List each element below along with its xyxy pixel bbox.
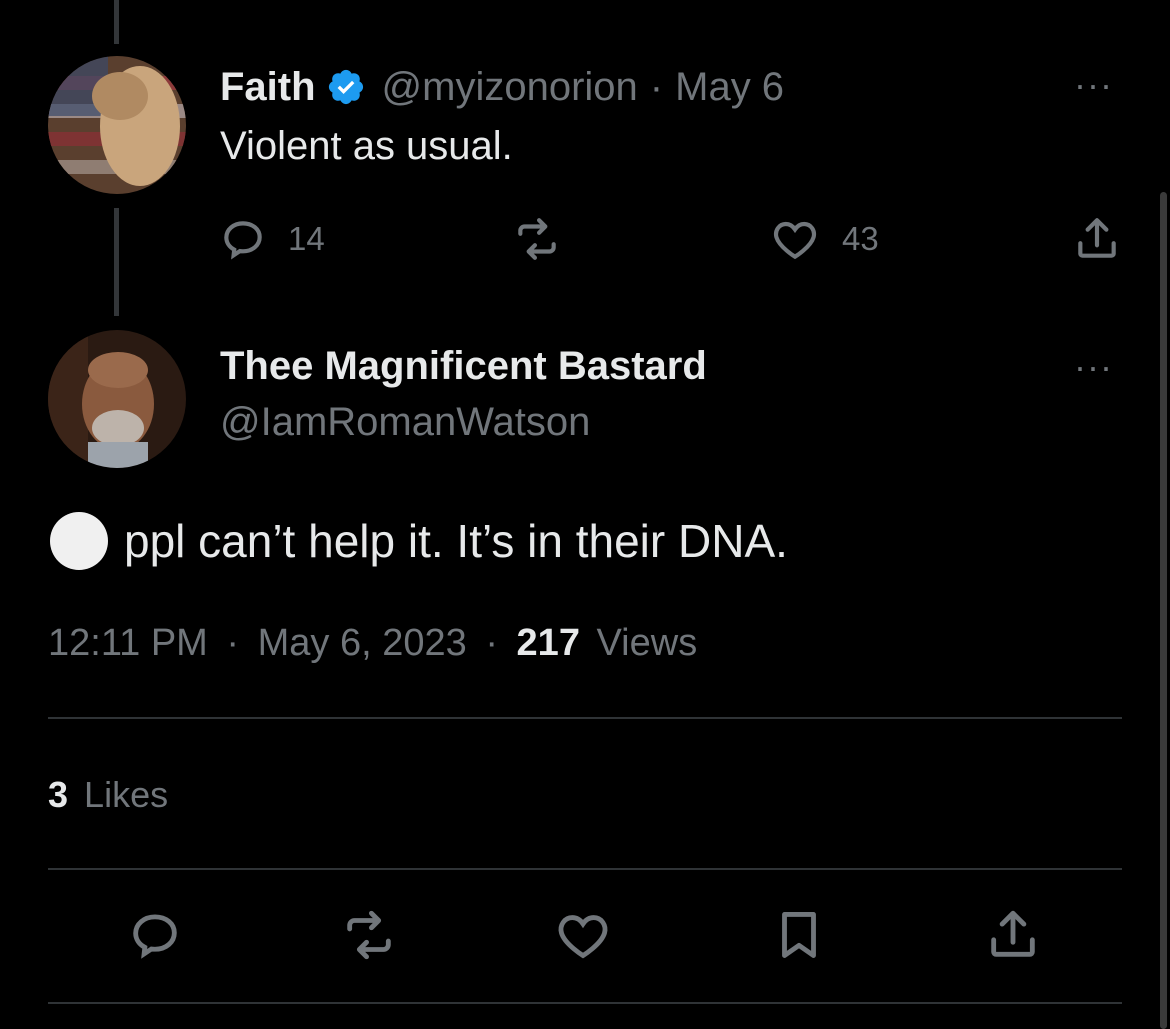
reply-button[interactable] (126, 906, 184, 964)
share-icon (991, 910, 1035, 957)
more-options-icon[interactable]: ··· (1074, 346, 1113, 388)
separator: · (226, 622, 240, 664)
retweet-icon (518, 218, 556, 260)
reply-icon (224, 221, 262, 260)
divider (48, 868, 1122, 870)
separator: · (485, 622, 498, 664)
display-name[interactable]: Thee Magnificent Bastard (220, 344, 707, 389)
views-count: 217 (516, 622, 580, 664)
like-count: 43 (842, 220, 879, 257)
heart-icon (773, 221, 817, 260)
retweet-button[interactable] (512, 214, 562, 264)
reply-count: 14 (288, 220, 325, 257)
tweet-body: ppl can’t help it. It’s in their DNA. (50, 512, 788, 570)
share-icon (1078, 218, 1116, 258)
tweet-header-faith: Faith @myizonorion · May 6 (220, 62, 784, 112)
heart-icon (558, 915, 608, 959)
divider (48, 1002, 1122, 1004)
reply-icon (133, 914, 177, 959)
divider (48, 717, 1122, 719)
avatar-roman[interactable] (48, 330, 186, 468)
likes-count: 3 (48, 774, 69, 815)
likes-summary[interactable]: 3 Likes (48, 774, 168, 816)
share-button[interactable] (984, 906, 1042, 964)
thread-line-top (114, 0, 119, 44)
handle[interactable]: @myizonorion (382, 65, 638, 110)
tweet-date[interactable]: May 6, 2023 (258, 622, 467, 664)
separator: · (649, 64, 664, 109)
avatar-faith[interactable] (48, 56, 186, 194)
scrollbar[interactable] (1160, 192, 1167, 1029)
thread-line-bottom (114, 208, 119, 316)
retweet-button[interactable] (340, 906, 398, 964)
tweet-date[interactable]: May 6 (675, 65, 784, 110)
share-button[interactable] (1072, 214, 1122, 264)
handle[interactable]: @IamRomanWatson (220, 400, 590, 445)
white-circle-emoji-icon (50, 512, 108, 570)
tweet-text: ppl can’t help it. It’s in their DNA. (124, 515, 788, 567)
tweet-text: Violent as usual. (220, 124, 513, 168)
reply-button[interactable]: 14 (218, 214, 325, 264)
display-name[interactable]: Faith (220, 65, 316, 110)
bookmark-icon (782, 912, 816, 958)
views-label: Views (596, 622, 698, 664)
verified-badge-icon (326, 67, 366, 107)
tweet-time[interactable]: 12:11 PM (48, 622, 208, 664)
like-button[interactable] (554, 906, 612, 964)
bookmark-button[interactable] (770, 906, 828, 964)
likes-label: Likes (84, 774, 169, 815)
retweet-icon (347, 910, 391, 960)
like-button[interactable]: 43 (770, 214, 879, 264)
tweet-meta: 12:11 PM · May 6, 2023 · 217 Views (48, 622, 697, 665)
more-options-icon[interactable]: ··· (1074, 64, 1113, 106)
